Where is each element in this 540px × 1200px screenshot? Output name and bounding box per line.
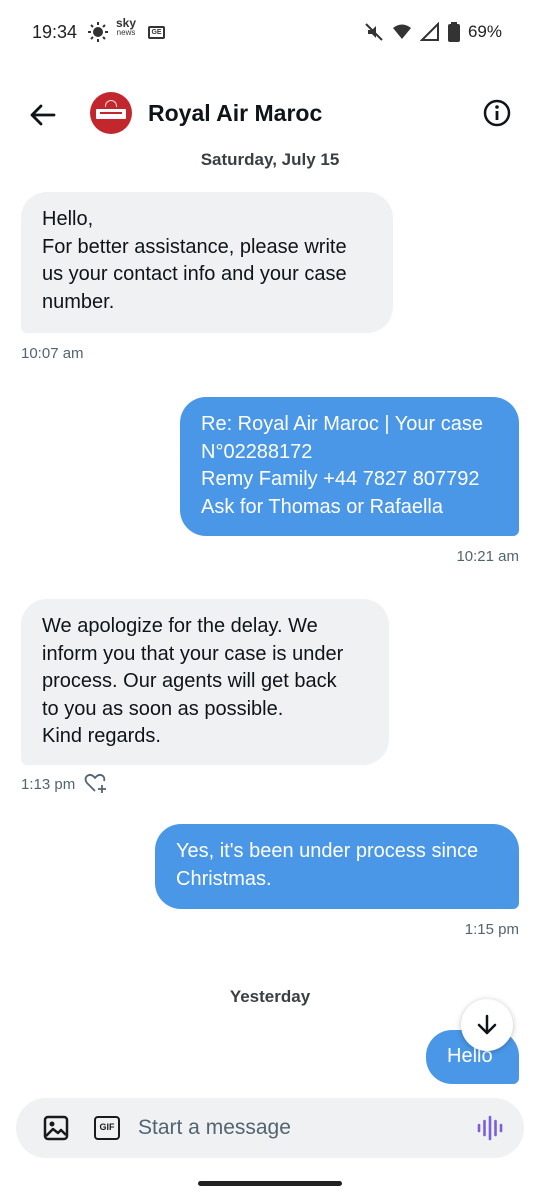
info-icon[interactable] [482,98,512,128]
mute-icon [365,23,383,41]
sky-news-icon: sky news [116,16,137,37]
message-timestamp: 1:15 pm [464,921,519,938]
battery-percentage: 69% [467,22,502,41]
message-bubble-incoming[interactable]: We apologize for the delay. We inform yo… [21,599,389,765]
arrow-left-icon[interactable] [28,100,58,130]
message-input[interactable] [138,1112,458,1144]
message-bubble-outgoing[interactable]: Yes, it's been under process since Chris… [155,824,519,909]
add-reaction-icon[interactable] [84,772,108,794]
message-timestamp: 1:13 pm [21,776,76,793]
status-time: 19:34 [32,22,78,42]
battery-icon [447,22,460,42]
voice-message-icon[interactable] [476,1114,504,1142]
conversation-header: Royal Air Maroc [0,84,540,146]
conversation-title[interactable]: Royal Air Maroc [148,100,322,127]
status-right: 69% [364,20,502,44]
status-bar: 19:34 sky news GE 69% [0,0,540,66]
message-bubble-incoming[interactable]: Hello, For better assistance, please wri… [21,192,393,333]
message-timestamp: 10:07 am [21,345,84,362]
message-timestamp: 10:21 am [456,548,519,565]
gif-button[interactable]: GIF [94,1116,120,1140]
royal-air-maroc-logo-icon [105,100,117,107]
weather-sun-icon [88,22,108,42]
home-indicator[interactable] [198,1181,342,1186]
message-composer: GIF [16,1098,524,1158]
scroll-to-bottom-button[interactable] [461,999,513,1051]
date-separator: Yesterday [229,987,311,1006]
wifi-icon [392,24,411,39]
avatar[interactable] [90,92,132,134]
signal-icon [419,22,439,41]
arrow-down-icon [477,1014,497,1035]
message-bubble-outgoing[interactable]: Re: Royal Air Maroc | Your case N°022881… [180,397,519,536]
news-icon: GE [148,26,165,39]
date-separator: Saturday, July 15 [200,150,340,169]
image-icon[interactable] [42,1114,70,1142]
